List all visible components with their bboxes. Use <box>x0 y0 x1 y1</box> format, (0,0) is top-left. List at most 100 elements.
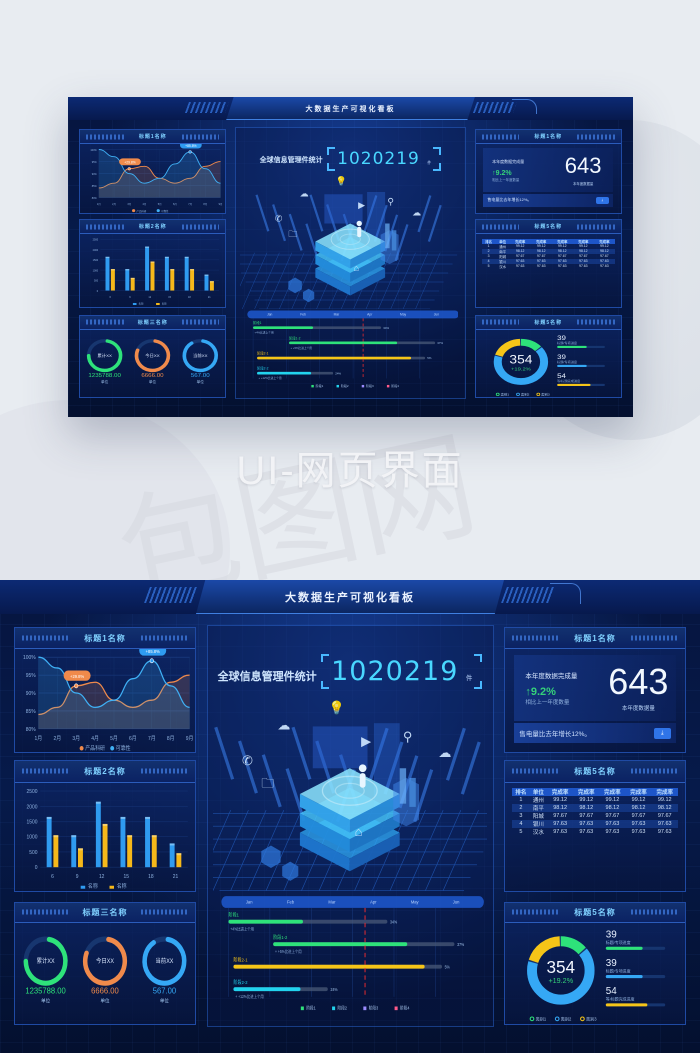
table-header-row: 排名 单位 完成率 完成率 完成率 完成率 完成率 <box>512 788 678 797</box>
title-dots-left <box>22 635 69 641</box>
svg-text:标题/专项进度: 标题/专项进度 <box>606 968 631 973</box>
svg-text:24%: 24% <box>335 372 341 376</box>
panel-title-table: 标题5名称 <box>505 760 685 783</box>
panel-line-chart: 标题1名称 80% 85% 90% 95% 100% 1月 2月 3月 4月 5月 6月 7月 8月 9月… <box>14 627 196 753</box>
phone-icon: ✆ <box>242 753 253 768</box>
gantt-row[interactable]: 阶段1-2 37% + +5%比进上个用 <box>288 336 443 350</box>
donut-ring: 当前XX 567.00 单位 <box>142 936 187 1005</box>
donut-stat-item: 39 标题/专项进度 <box>556 333 605 348</box>
table-row[interactable]: 1 通州 99.12 99.12 99.12 99.12 99.12 <box>512 796 678 804</box>
title-dots-right <box>181 134 220 140</box>
svg-text:+19.2%: +19.2% <box>548 976 573 985</box>
panel-title-donut: 标题5名称 <box>475 315 621 330</box>
svg-text:+85.8%: +85.8% <box>185 144 196 148</box>
table-column-header: 完成率 <box>599 788 626 797</box>
table-row[interactable]: 3 阳城 97.67 97.67 97.67 97.67 97.67 <box>512 812 678 820</box>
svg-text:阶段2-2: 阶段2-2 <box>257 366 268 371</box>
gantt-row[interactable]: 阶段1 34% +4%比进上个用 <box>252 320 389 335</box>
kpi-card: 本年度数据完成量 ↑9.2% 相比上一年度数量 643 本年度数据量 <box>483 148 614 193</box>
donut-stat-item: 39 标题/专项进度 <box>605 930 666 951</box>
svg-text:阶段3: 阶段3 <box>369 1004 379 1011</box>
gantt-row[interactable]: 阶段1-2 37% + +5%比进上个用 <box>273 934 465 954</box>
panel-title-text: 标题5名称 <box>534 224 563 231</box>
svg-text:阶段2-1: 阶段2-1 <box>257 351 268 356</box>
donut-stat-item: 39 标题/专项进度 <box>556 352 605 367</box>
svg-text:39: 39 <box>606 958 617 969</box>
panel-big-donut: 标题5名称 354 +19.2% 39 标题/专项进度 39 标题/专项进度 5… <box>474 314 622 398</box>
svg-text:可靠性: 可靠性 <box>116 744 131 752</box>
panel-title-kpi: 标题1名称 <box>475 130 621 145</box>
title-dots-left <box>22 768 69 774</box>
title-dots-left <box>512 635 559 641</box>
svg-text:1月: 1月 <box>35 735 43 742</box>
svg-text:5月: 5月 <box>110 735 118 742</box>
donut-ring: 当前XX 567.00 单位 <box>182 338 219 384</box>
table-column-header: 排名 <box>512 788 530 797</box>
svg-text:标题/专项进度: 标题/专项进度 <box>606 940 631 945</box>
svg-text:2500: 2500 <box>27 789 38 795</box>
big-donut-chart: 354 +19.2% 39 标题/专项进度 39 标题/专项进度 54 等/标题… <box>493 333 605 396</box>
panel-line-chart: 标题1名称 80% 85% 90% 95% 100% 1月 2月 3月 4月 5月 6月 7月 8月 9月… <box>79 129 227 214</box>
title-dots-right <box>141 909 188 915</box>
table-cell: 97.63 <box>605 821 620 828</box>
panel-table: 标题5名称 排名 单位 完成率 完成率 完成率 完成率 完成率 1 通州 99.12 99.12 99… <box>474 218 622 309</box>
svg-text:9月: 9月 <box>219 202 223 206</box>
gantt-row[interactable]: 阶段2-2 24% + +12%比进上个用 <box>233 979 339 999</box>
gantt-row[interactable]: 阶段1 34% +4%比进上个用 <box>228 911 398 931</box>
kpi-delta-sub: 相比上一年度数量 <box>492 177 520 182</box>
gantt-row[interactable]: 阶段2-1 5% <box>256 351 432 361</box>
svg-text:37%: 37% <box>457 941 465 946</box>
panel-title-line: 标题1名称 <box>80 130 226 145</box>
svg-text:阶段4: 阶段4 <box>400 1004 410 1011</box>
svg-text:5%: 5% <box>445 964 451 969</box>
svg-text:+85.8%: +85.8% <box>146 649 160 654</box>
panel-title-text: 标题1名称 <box>138 134 167 141</box>
table-cell: 97.63 <box>553 821 567 828</box>
donut-stat-item: 54 等/标题完成进度 <box>556 371 605 386</box>
center-stat-bracket: 1020219 件 <box>321 653 483 689</box>
kpi-right: 643 本年度数据量 <box>553 154 614 186</box>
table-column-header: 单位 <box>529 788 548 797</box>
table-cell: 98.12 <box>631 805 646 812</box>
table-cell: 97.63 <box>558 264 567 269</box>
bar-chart-body: 0 500 1000 1500 2000 2500 6 9 12 15 18 21 名称 名称 <box>15 783 195 891</box>
panel-title-text: 标题三名称 <box>137 319 168 326</box>
title-dots-left <box>512 909 559 915</box>
table-row[interactable]: 5 汉水 97.63 97.63 97.63 97.63 97.63 <box>482 264 615 269</box>
download-icon[interactable]: ⤓ <box>653 727 671 739</box>
svg-text:12: 12 <box>99 874 105 880</box>
kpi-note-bar[interactable]: 售电量比去年增长12%。 ⤓ <box>514 722 676 744</box>
gantt-row[interactable]: 阶段2-1 5% <box>233 956 451 969</box>
center-stat-unit: 件 <box>465 674 473 682</box>
svg-text:100%: 100% <box>23 655 36 661</box>
svg-text:6666.00: 6666.00 <box>91 986 119 995</box>
svg-text:类别2: 类别2 <box>521 391 530 396</box>
gantt-row[interactable]: 阶段2-2 24% + +12%比进上个用 <box>256 366 341 380</box>
table-row[interactable]: 2 南平 98.12 98.12 98.12 98.12 98.12 <box>512 804 678 813</box>
svg-text:90%: 90% <box>92 173 98 176</box>
big-donut-chart: 354 +19.2% 39 标题/专项进度 39 标题/专项进度 54 等/标题… <box>527 930 666 1022</box>
table-row[interactable]: 5 汉水 97.63 97.63 97.63 97.63 97.63 <box>512 828 678 836</box>
svg-text:1000: 1000 <box>93 270 99 273</box>
svg-text:21: 21 <box>208 296 211 299</box>
svg-text:3月: 3月 <box>72 735 80 742</box>
svg-text:单位: 单位 <box>101 997 110 1004</box>
gantt-chart: Jan Feb Mar Apr May Jun 阶段1 34% +4%比进上个用 阶段1-… <box>246 310 459 388</box>
svg-text:567.00: 567.00 <box>153 986 177 995</box>
table-cell: 97.63 <box>579 264 588 269</box>
folder-icon: 🗀 <box>261 775 274 790</box>
ranking-table: 排名 单位 完成率 完成率 完成率 完成率 完成率 1 通州 99.12 99.12 99.12 99.… <box>481 238 615 269</box>
line-chart: 80% 85% 90% 95% 100% 1月 2月 3月 4月 5月 6月 7月 8月 9月 +29.8… <box>23 649 193 752</box>
svg-text:1235788.00: 1235788.00 <box>25 986 66 995</box>
svg-text:6月: 6月 <box>173 202 177 206</box>
svg-text:95%: 95% <box>92 161 98 164</box>
table-row[interactable]: 4 银川 97.63 97.63 97.63 97.63 97.63 <box>512 820 678 829</box>
table-cell: 99.12 <box>553 797 567 804</box>
panel-title-text: 标题1名称 <box>534 134 563 141</box>
bar-chart-body: 0 500 1000 1500 2000 2500 6 9 12 15 18 21 名称 名称 <box>80 234 225 307</box>
donut-ring: 今日XX 6666.00 单位 <box>82 936 128 1005</box>
kpi-note-bar[interactable]: 售电量比去年增长12%。 ⤓ <box>483 193 614 208</box>
svg-text:500: 500 <box>29 850 37 856</box>
download-icon[interactable]: ⤓ <box>595 196 610 205</box>
line-chart-body: 80% 85% 90% 95% 100% 1月 2月 3月 4月 5月 6月 7月 8月 9月 +29.8… <box>80 144 225 213</box>
